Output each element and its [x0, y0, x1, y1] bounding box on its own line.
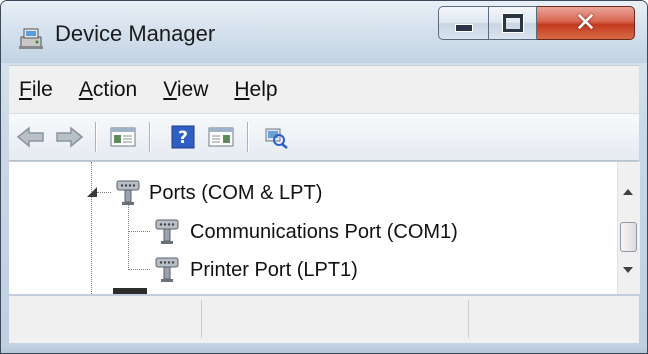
- device-tree: Ports (COM & LPT) Communications Port (C…: [9, 161, 640, 294]
- window-title: Device Manager: [55, 21, 216, 46]
- tree-node-lpt1[interactable]: Printer Port (LPT1): [150, 255, 358, 285]
- tree-connector-line: [128, 269, 150, 270]
- device-manager-window: Device Manager ✕ File Action View Help ?…: [0, 0, 648, 354]
- scroll-up-icon[interactable]: [623, 189, 633, 195]
- tree-connector-line: [91, 162, 92, 294]
- scroll-thumb[interactable]: [620, 222, 637, 252]
- maximize-icon: [501, 13, 524, 33]
- tree-connector-line: [128, 202, 129, 270]
- forward-button[interactable]: [53, 123, 85, 151]
- help-button[interactable]: ?: [169, 123, 197, 151]
- menu-view-accelerator: V: [163, 78, 177, 101]
- menu-action-label: ction: [92, 78, 138, 101]
- back-button[interactable]: [15, 123, 47, 151]
- port-icon: [155, 257, 179, 282]
- scroll-down-icon[interactable]: [623, 267, 633, 273]
- menu-help[interactable]: Help: [232, 76, 279, 104]
- close-button[interactable]: ✕: [537, 6, 635, 40]
- tree-connector-line: [128, 231, 150, 232]
- action-pane-icon: [208, 127, 234, 147]
- status-pane: [469, 300, 637, 338]
- forward-arrow-icon: [56, 126, 84, 148]
- toolbar: ?: [9, 113, 639, 161]
- menu-view-label: iew: [176, 78, 209, 101]
- menu-file-accelerator: F: [19, 78, 32, 101]
- status-pane: [9, 300, 202, 338]
- menu-help-accelerator: H: [234, 78, 250, 101]
- port-icon: [155, 219, 179, 244]
- scan-hardware-icon: [265, 128, 288, 149]
- tree-node-com1[interactable]: Communications Port (COM1): [150, 217, 458, 247]
- tree-node-com1-label: Communications Port (COM1): [190, 220, 458, 243]
- status-bar: [9, 295, 639, 344]
- menu-action-accelerator: A: [78, 78, 93, 101]
- vertical-scrollbar[interactable]: [617, 162, 640, 294]
- menu-help-label: elp: [249, 78, 278, 101]
- toolbar-separator: [95, 122, 97, 152]
- window-frame-bottom: [1, 343, 647, 353]
- toolbar-separator: [149, 122, 151, 152]
- tree-node-ports-label: Ports (COM & LPT): [149, 181, 323, 204]
- status-pane: [202, 300, 469, 338]
- close-icon: ✕: [574, 8, 597, 38]
- menu-view[interactable]: View: [161, 76, 210, 104]
- tree-node-ports[interactable]: Ports (COM & LPT): [111, 178, 322, 208]
- minimize-icon: [454, 24, 473, 32]
- toolbar-separator: [247, 122, 249, 152]
- show-hide-console-tree-icon: [110, 127, 136, 147]
- action-pane-button[interactable]: [205, 123, 237, 151]
- collapse-triangle-icon[interactable]: [87, 187, 97, 197]
- port-icon: [116, 180, 140, 205]
- menu-action[interactable]: Action: [77, 76, 139, 104]
- help-icon: ?: [171, 125, 195, 149]
- svg-text:?: ?: [178, 128, 188, 148]
- scan-hardware-button[interactable]: [261, 123, 291, 151]
- next-category-icon: [113, 288, 147, 294]
- maximize-button[interactable]: [489, 6, 537, 40]
- minimize-button[interactable]: [438, 6, 489, 40]
- back-arrow-icon: [16, 126, 44, 148]
- caption-buttons: ✕: [438, 6, 637, 42]
- menu-file-label: ile: [31, 78, 53, 101]
- tree-connector-line: [97, 192, 111, 193]
- menu-file[interactable]: File: [17, 76, 55, 104]
- menu-bar: File Action View Help: [9, 65, 639, 114]
- device-tree-content: Ports (COM & LPT) Communications Port (C…: [9, 162, 617, 294]
- show-hide-console-tree-button[interactable]: [107, 123, 139, 151]
- device-manager-icon: [17, 25, 45, 51]
- title-bar[interactable]: Device Manager ✕: [1, 1, 647, 63]
- tree-node-lpt1-label: Printer Port (LPT1): [190, 258, 358, 281]
